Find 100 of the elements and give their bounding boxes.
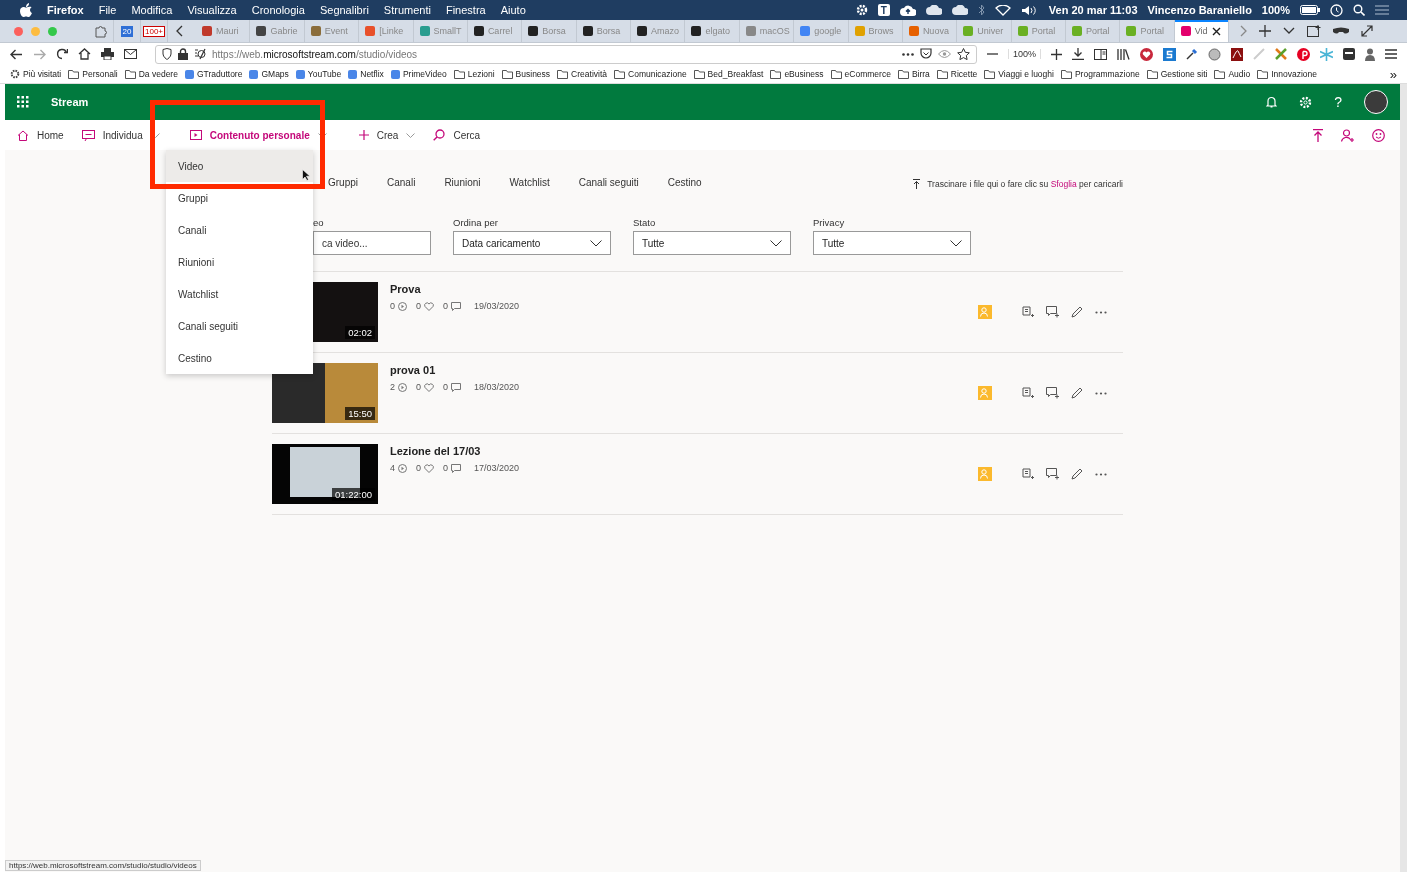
menu-item[interactable]: Video [166,150,313,182]
dropdown-field[interactable]: Tutte [633,231,791,255]
upload-icon[interactable] [1313,128,1323,142]
apple-icon[interactable] [20,3,32,17]
bookmark-item[interactable]: Più visitati [10,69,62,79]
bookmark-item[interactable]: Da vedere [124,69,178,79]
menu-item[interactable]: Riunioni [166,246,313,278]
bookmark-item[interactable]: Audio [1214,69,1251,79]
add-comment-icon[interactable] [1046,387,1059,399]
content-tab[interactable]: Canali seguiti [578,176,639,192]
more-icon[interactable] [1095,391,1107,395]
menu-item[interactable]: Strumenti [383,4,431,16]
bookmark-item[interactable]: Bed_Breakfast [693,69,764,79]
eyedropper-icon[interactable] [1186,48,1198,60]
add-to-list-icon[interactable] [1022,387,1034,399]
menu-item[interactable]: Firefox [47,4,84,16]
menu-item[interactable]: File [98,4,117,16]
bookmark-item[interactable]: Programmazione [1060,69,1140,79]
zoom-in-icon[interactable] [1051,48,1062,60]
bookmark-item[interactable]: GMaps [249,69,289,79]
content-tab[interactable]: Cestino [667,176,702,192]
dropdown-field[interactable]: Data caricamento [453,231,611,255]
clock-text[interactable]: Ven 20 mar 11:03 [1048,4,1138,16]
pin-icon[interactable] [1297,47,1310,61]
search-field[interactable]: ca video... [313,231,431,255]
nav-item[interactable]: Cerca [433,129,481,141]
cloud-icon[interactable] [925,5,942,15]
app-title[interactable]: Stream [51,96,89,108]
download-icon[interactable] [1072,48,1084,60]
reload-icon[interactable] [56,48,68,60]
bookmark-item[interactable]: YouTube [295,69,342,79]
browse-link[interactable]: Sfoglia [1050,179,1077,189]
nav-item[interactable]: Home [17,129,64,141]
smiley-icon[interactable] [1372,128,1385,142]
dropdown-field[interactable]: Tutte [813,231,971,255]
nav-item[interactable]: Contenuto personale [189,129,327,141]
menu-item[interactable]: Segnalibri [319,4,369,16]
expand-icon[interactable] [1361,25,1373,37]
bookmark-item[interactable]: Gestione siti [1146,69,1208,79]
edit-icon[interactable] [1071,387,1083,399]
close-icon[interactable] [1211,26,1221,36]
add-person-icon[interactable] [1341,128,1354,142]
content-tab[interactable]: Canali [387,176,416,192]
gear-icon[interactable] [855,4,868,16]
lock-icon[interactable] [178,48,188,60]
tray-app-icon[interactable]: T [877,4,890,16]
wifi-icon[interactable] [994,4,1011,16]
shield-icon[interactable] [162,48,172,60]
add-to-list-icon[interactable] [1022,468,1034,480]
help-button[interactable]: ? [1334,94,1342,110]
menu-icon[interactable] [1385,49,1397,59]
video-thumbnail[interactable]: 01:22:00 [272,444,378,504]
address-bar[interactable]: https://web.microsoftstream.com/studio/videos [155,44,977,64]
bookmark-item[interactable]: PrimeVideo [390,69,447,79]
avatar[interactable] [1364,90,1388,114]
menu-item[interactable]: Finestra [445,4,486,16]
print-icon[interactable] [101,48,114,60]
bookmark-item[interactable]: Birra [897,69,930,79]
chevron-left-icon[interactable] [176,25,184,37]
mail-envelope-icon[interactable] [124,49,137,59]
edit-icon[interactable] [1071,306,1083,318]
back-arrow-icon[interactable] [10,48,23,60]
star-icon[interactable] [956,48,970,60]
nav-item[interactable]: Individua [81,129,160,141]
wallet-icon[interactable] [1343,48,1355,60]
menu-item[interactable]: Visualizza [187,4,237,16]
time-machine-icon[interactable] [1330,3,1343,17]
content-tab[interactable]: Gruppi [328,176,358,192]
bookmark-item[interactable]: Personali [68,69,118,79]
cloud-upload-icon[interactable] [899,4,916,16]
add-comment-icon[interactable] [1046,306,1059,318]
bookmark-item[interactable]: eCommerce [830,69,891,79]
pinned-tab[interactable]: 100+ [141,20,168,42]
bookmark-item[interactable]: GTraduttore [184,69,243,79]
cross-icon[interactable] [1275,48,1287,60]
plus-icon[interactable] [1259,25,1271,37]
search-icon[interactable] [1353,4,1365,16]
nav-item[interactable]: Crea [358,129,416,141]
pocket-icon[interactable] [919,48,932,60]
menu-item[interactable]: Modifica [131,4,173,16]
eye-icon[interactable] [937,50,951,58]
cloud-icon[interactable] [951,5,968,15]
bookmarks-overflow-button[interactable]: » [1389,66,1397,82]
bookmark-item[interactable]: Viaggi e luoghi [984,69,1054,79]
sidebar-icon[interactable] [1094,48,1107,60]
battery-icon[interactable] [1300,5,1320,15]
edit-icon[interactable] [1071,468,1083,480]
extension-icon[interactable] [1163,47,1176,61]
person-icon[interactable] [1365,47,1375,61]
chevron-right-icon[interactable] [1239,25,1247,37]
video-title[interactable]: Lezione del 17/03 [390,445,520,457]
chevron-down-icon[interactable] [1283,27,1295,35]
new-window-icon[interactable] [1307,25,1321,37]
mask-icon[interactable] [1333,27,1349,35]
more-icon[interactable] [1095,472,1107,476]
bookmark-item[interactable]: Comunicazione [614,69,687,79]
more-icon[interactable] [901,52,914,56]
content-tab[interactable]: Riunioni [444,176,481,192]
bookmark-item[interactable]: eBusiness [770,69,824,79]
menu-item[interactable]: Gruppi [166,182,313,214]
